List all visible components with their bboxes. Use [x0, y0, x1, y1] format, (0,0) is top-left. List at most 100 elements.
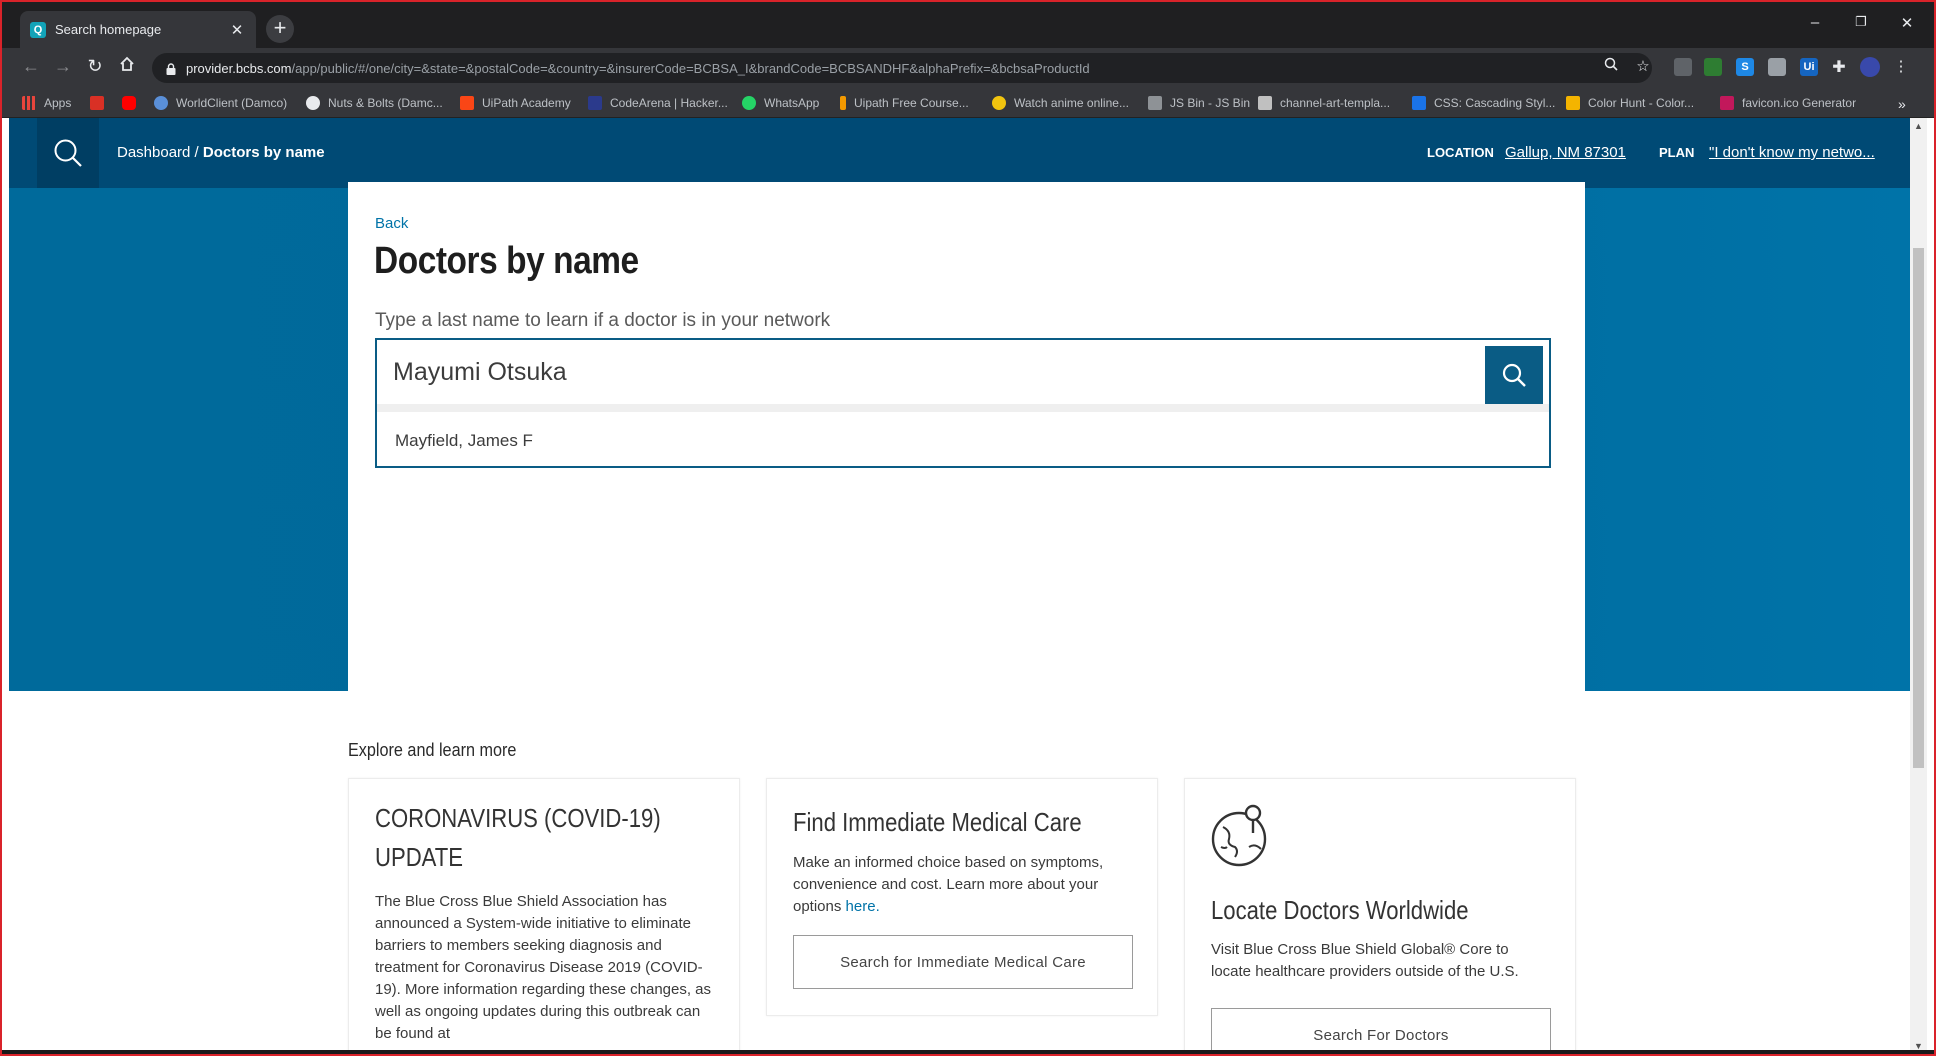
title-bar: Q Search homepage ✕ + – ❐ ✕	[2, 2, 1934, 48]
uipath-icon	[460, 96, 474, 110]
lock-icon	[166, 62, 176, 75]
gmail-icon	[90, 96, 104, 110]
bookmark-anime[interactable]: Watch anime online...	[992, 96, 1129, 110]
image-icon	[1258, 96, 1272, 110]
bookmark-favicon-generator[interactable]: favicon.ico Generator	[1720, 96, 1856, 110]
whatsapp-icon	[742, 96, 756, 110]
bookmark-whatsapp[interactable]: WhatsApp	[742, 96, 819, 110]
covid-card-title-line2: UPDATE	[375, 842, 464, 872]
page-viewport: Dashboard / Doctors by name LOCATION Gal…	[9, 118, 1913, 1054]
extension-icon[interactable]	[1674, 58, 1692, 76]
plan-label: PLAN	[1659, 145, 1695, 160]
globe-pin-icon	[1211, 804, 1267, 867]
bookmark-channel-art[interactable]: channel-art-templa...	[1258, 96, 1390, 110]
bookmark-gmail[interactable]	[90, 96, 112, 110]
back-link[interactable]: Back	[375, 215, 408, 232]
url-host: provider.bcbs.com	[186, 60, 292, 76]
jsbin-icon	[1148, 96, 1162, 110]
close-window-button[interactable]: ✕	[1892, 14, 1922, 32]
bookmark-css[interactable]: CSS: Cascading Styl...	[1412, 96, 1555, 110]
back-arrow-icon[interactable]: ←	[18, 56, 44, 77]
scrollbar-thumb[interactable]	[1913, 248, 1924, 768]
immediate-care-here-link[interactable]: here.	[846, 898, 880, 915]
bookmark-codearena[interactable]: CodeArena | Hacker...	[588, 96, 728, 110]
bookmark-youtube[interactable]	[122, 96, 144, 110]
bookmarks-overflow-icon[interactable]: »	[1898, 96, 1906, 112]
forward-arrow-icon[interactable]: →	[50, 56, 76, 77]
rocket-icon	[840, 96, 846, 110]
covid-card: CORONAVIRUS (COVID-19) UPDATE The Blue C…	[348, 778, 740, 1054]
bookmark-uipath-academy[interactable]: UiPath Academy	[460, 96, 571, 110]
bookmark-uipath-course[interactable]: Uipath Free Course...	[840, 96, 969, 110]
menu-kebab-icon[interactable]: ⋮	[1890, 57, 1912, 75]
search-immediate-care-button[interactable]: Search for Immediate Medical Care	[793, 935, 1133, 989]
home-icon[interactable]	[114, 56, 140, 77]
explore-heading: Explore and learn more	[348, 740, 517, 760]
youtube-icon	[122, 96, 136, 110]
search-card: Back Doctors by name Type a last name to…	[348, 182, 1585, 720]
close-tab-icon[interactable]: ✕	[228, 21, 246, 39]
search-submit-button[interactable]	[1485, 346, 1543, 404]
breadcrumb-dashboard-link[interactable]: Dashboard	[117, 144, 190, 161]
extension-tree-icon[interactable]	[1704, 58, 1722, 76]
zoom-icon[interactable]	[1600, 57, 1622, 75]
covid-card-title-line1: CORONAVIRUS (COVID-19)	[375, 803, 661, 833]
header-search-button[interactable]	[37, 118, 99, 188]
bookmark-nuts-bolts[interactable]: Nuts & Bolts (Damc...	[306, 96, 443, 110]
page-title: Doctors by name	[374, 240, 639, 282]
search-prompt: Type a last name to learn if a doctor is…	[375, 310, 831, 331]
profile-avatar-icon[interactable]	[1860, 57, 1880, 77]
location-link[interactable]: Gallup, NM 87301	[1505, 144, 1626, 161]
extension-cloud-icon[interactable]	[1768, 58, 1786, 76]
favicon-icon	[1720, 96, 1734, 110]
immediate-care-card: Find Immediate Medical Care Make an info…	[766, 778, 1158, 1016]
browser-tab[interactable]: Q Search homepage ✕	[20, 11, 256, 48]
breadcrumb-current: Doctors by name	[202, 144, 325, 161]
url-path: /app/public/#/one/city=&state=&postalCod…	[291, 60, 1090, 76]
globe-icon	[154, 96, 168, 110]
color-hunt-icon	[1566, 96, 1580, 110]
autocomplete-suggestion[interactable]: Mayfield, James F	[395, 431, 533, 451]
search-container: Mayfield, James F	[375, 338, 1551, 468]
taskbar-edge	[2, 1050, 1934, 1054]
worldwide-title: Locate Doctors Worldwide	[1211, 895, 1469, 925]
tab-favicon-icon: Q	[30, 21, 46, 38]
doctor-name-input[interactable]	[377, 340, 1549, 412]
browser-window: Q Search homepage ✕ + – ❐ ✕ ← → ↻ provid…	[0, 0, 1936, 1056]
css-icon	[1412, 96, 1426, 110]
extension-s-icon[interactable]: S	[1736, 58, 1754, 76]
bookmark-worldclient[interactable]: WorldClient (Damco)	[154, 96, 287, 110]
anime-icon	[992, 96, 1006, 110]
breadcrumb: Dashboard / Doctors by name	[117, 144, 325, 161]
minimize-button[interactable]: –	[1800, 14, 1830, 31]
bookmark-jsbin[interactable]: JS Bin - JS Bin	[1148, 96, 1250, 110]
breadcrumb-separator: /	[190, 144, 203, 161]
puzzle-icon[interactable]: ✚	[1828, 57, 1850, 77]
bookmark-star-icon[interactable]: ☆	[1632, 57, 1654, 75]
restore-button[interactable]: ❐	[1846, 14, 1876, 30]
bookmark-color-hunt[interactable]: Color Hunt - Color...	[1566, 96, 1694, 110]
tab-title: Search homepage	[55, 22, 162, 37]
new-tab-button[interactable]: +	[266, 15, 294, 43]
site-header: Dashboard / Doctors by name LOCATION Gal…	[9, 118, 1913, 188]
apps-grid-icon	[22, 96, 36, 110]
search-icon	[1502, 363, 1526, 387]
search-icon	[54, 139, 82, 167]
reload-icon[interactable]: ↻	[82, 56, 108, 77]
location-label: LOCATION	[1427, 145, 1494, 160]
bookmark-apps[interactable]: Apps	[22, 96, 71, 110]
scroll-up-arrow-icon[interactable]: ▲	[1910, 118, 1927, 134]
covid-card-body: The Blue Cross Blue Shield Association h…	[375, 893, 712, 1042]
search-for-doctors-button[interactable]: Search For Doctors	[1211, 1008, 1551, 1054]
globe-icon	[306, 96, 320, 110]
address-bar[interactable]: provider.bcbs.com/app/public/#/one/city=…	[152, 53, 1652, 83]
browser-toolbar: ← → ↻ provider.bcbs.com/app/public/#/one…	[2, 48, 1934, 88]
plan-link[interactable]: "I don't know my netwo...	[1709, 144, 1875, 161]
immediate-care-title: Find Immediate Medical Care	[793, 807, 1082, 837]
extension-uipath-icon[interactable]: Ui	[1800, 58, 1818, 76]
codearena-icon	[588, 96, 602, 110]
page-scrollbar[interactable]: ▲ ▼	[1910, 118, 1927, 1054]
bookmarks-bar: Apps WorldClient (Damco) Nuts & Bolts (D…	[2, 88, 1934, 118]
worldwide-body: Visit Blue Cross Blue Shield Global® Cor…	[1211, 941, 1519, 980]
immediate-care-body: Make an informed choice based on symptom…	[793, 854, 1104, 915]
